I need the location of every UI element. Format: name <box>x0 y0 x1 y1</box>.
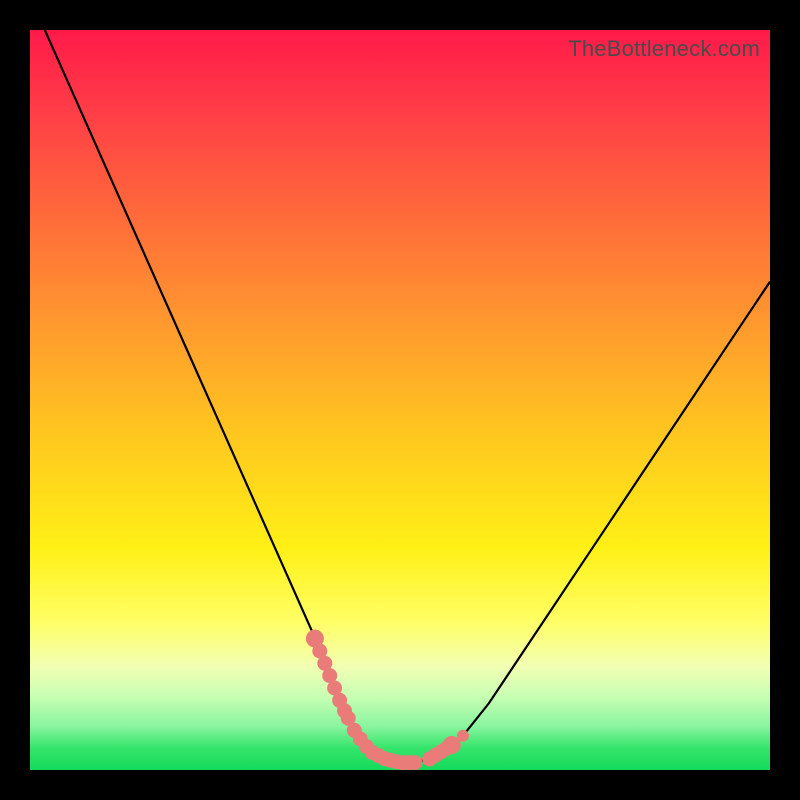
chart-plot-area: TheBottleneck.com <box>30 30 770 770</box>
chart-frame: TheBottleneck.com <box>0 0 800 800</box>
valley-dot-end <box>306 630 324 648</box>
valley-marker-left <box>306 630 352 719</box>
valley-marker-right <box>422 730 469 767</box>
valley-dot <box>407 755 422 770</box>
valley-dot-end <box>457 730 469 742</box>
valley-marker-bottom <box>341 711 423 770</box>
chart-overlay <box>30 30 770 770</box>
bottleneck-curve <box>45 30 770 763</box>
